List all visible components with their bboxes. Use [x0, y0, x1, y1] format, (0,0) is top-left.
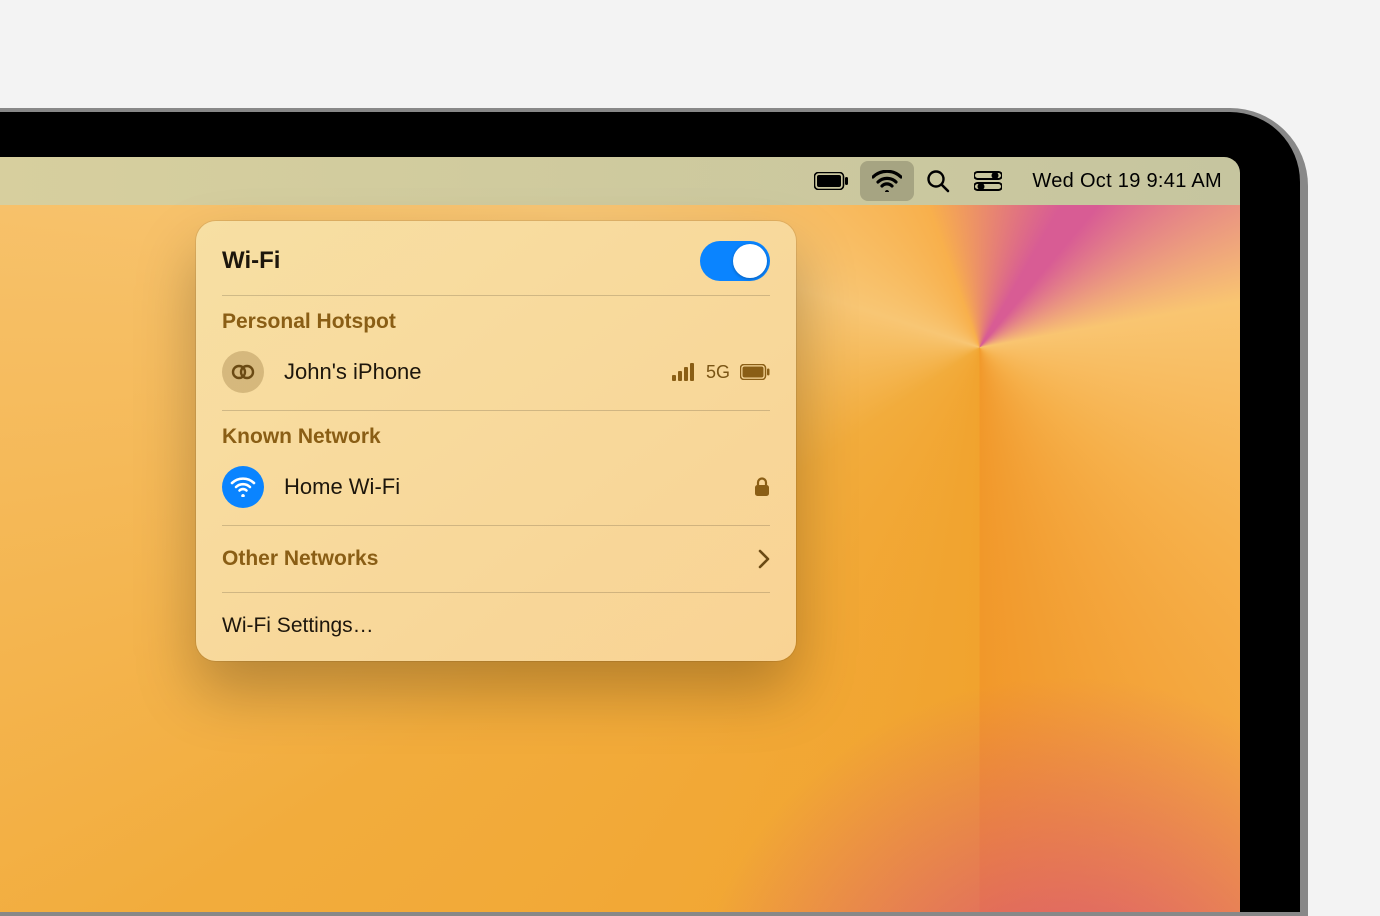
- wifi-popover: Wi-Fi Personal Hotspot John's iPhone: [196, 221, 796, 661]
- lock-icon: [754, 477, 770, 497]
- signal-bars-icon: [672, 363, 696, 381]
- device-bezel: Wed Oct 19 9:41 AM Wi-Fi Personal Hotspo…: [0, 112, 1300, 912]
- battery-icon: [740, 364, 770, 380]
- screen: Wed Oct 19 9:41 AM Wi-Fi Personal Hotspo…: [0, 157, 1240, 912]
- hotspot-indicators: 5G: [672, 362, 770, 383]
- menubar-wifi[interactable]: [860, 161, 914, 201]
- other-networks-label: Other Networks: [222, 547, 378, 571]
- divider: [222, 410, 770, 411]
- menubar-datetime[interactable]: Wed Oct 19 9:41 AM: [1032, 170, 1222, 193]
- other-networks-row[interactable]: Other Networks: [196, 540, 796, 578]
- hotspot-row[interactable]: John's iPhone 5G: [222, 348, 770, 396]
- menubar-control-center[interactable]: [962, 161, 1014, 201]
- wifi-settings-label: Wi-Fi Settings…: [222, 614, 374, 638]
- known-network-label: Known Network: [222, 425, 770, 449]
- battery-icon: [814, 172, 848, 190]
- divider: [222, 295, 770, 296]
- known-network-name: Home Wi-Fi: [284, 474, 734, 500]
- wifi-icon: [872, 170, 902, 192]
- hotspot-name: John's iPhone: [284, 359, 652, 385]
- toggle-knob: [733, 244, 767, 278]
- chevron-right-icon: [758, 549, 770, 569]
- known-network-indicators: [754, 477, 770, 497]
- personal-hotspot-label: Personal Hotspot: [222, 310, 770, 334]
- cell-type-label: 5G: [706, 362, 730, 383]
- divider: [222, 592, 770, 593]
- wifi-toggle[interactable]: [700, 241, 770, 281]
- wifi-popover-title: Wi-Fi: [222, 247, 700, 275]
- search-icon: [926, 169, 950, 193]
- known-network-row[interactable]: Home Wi-Fi: [222, 463, 770, 511]
- control-center-icon: [974, 171, 1002, 191]
- divider: [222, 525, 770, 526]
- wifi-connected-icon: [222, 466, 264, 508]
- menubar-spotlight[interactable]: [914, 161, 962, 201]
- menubar-battery[interactable]: [802, 161, 860, 201]
- hotspot-icon: [222, 351, 264, 393]
- menubar: Wed Oct 19 9:41 AM: [0, 157, 1240, 205]
- wifi-settings-row[interactable]: Wi-Fi Settings…: [196, 607, 796, 645]
